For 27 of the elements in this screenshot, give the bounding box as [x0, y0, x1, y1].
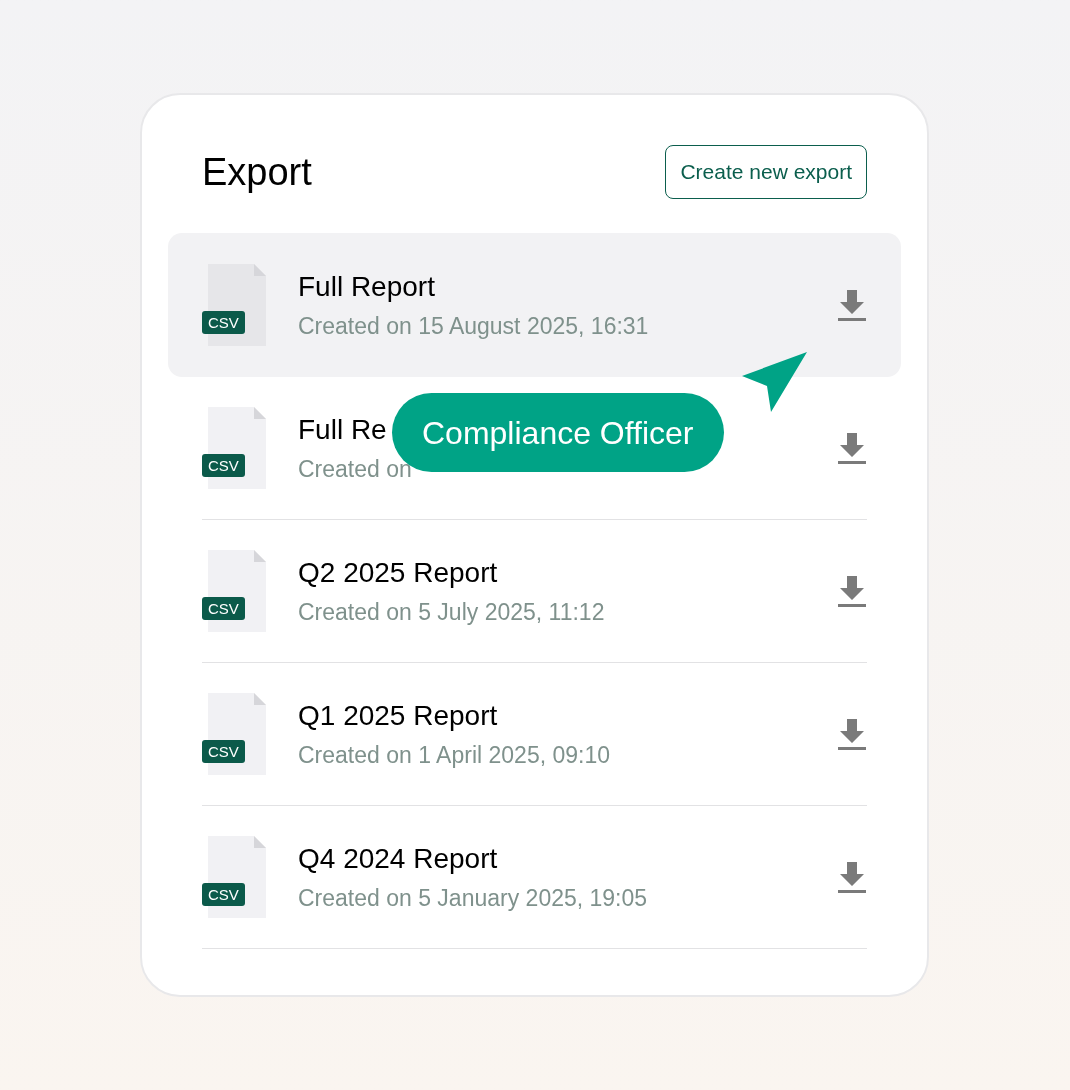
- export-date: Created on 1 April 2025, 09:10: [298, 741, 610, 770]
- export-name: Q2 2025 Report: [298, 556, 498, 591]
- export-date: Created on 5 July 2025, 11:12: [298, 598, 605, 627]
- file-type-label: CSV: [202, 311, 245, 334]
- download-icon[interactable]: [837, 288, 867, 322]
- cursor-arrow-icon: [741, 350, 809, 414]
- download-icon[interactable]: [837, 717, 867, 751]
- file-type-label: CSV: [202, 597, 245, 620]
- file-type-label: CSV: [202, 740, 245, 763]
- export-name: Full Re: [298, 413, 387, 448]
- export-name: Full Report: [298, 270, 435, 305]
- download-icon[interactable]: [837, 431, 867, 465]
- export-row[interactable]: CSV Q1 2025 Report Created on 1 April 2025, 09:10: [202, 663, 867, 806]
- export-row[interactable]: CSV Q4 2024 Report Created on 5 January 2025, 19:05: [202, 806, 867, 949]
- export-date: Created on: [298, 455, 412, 484]
- download-icon[interactable]: [837, 574, 867, 608]
- export-date: Created on 15 August 2025, 16:31: [298, 312, 649, 341]
- export-row[interactable]: CSV Q2 2025 Report Created on 5 July 2025, 11:12: [202, 520, 867, 663]
- export-row[interactable]: CSV Full Report Created on 15 August 2025, 16:31: [168, 233, 901, 377]
- export-date: Created on 5 January 2025, 19:05: [298, 884, 648, 913]
- file-type-label: CSV: [202, 883, 245, 906]
- create-export-button[interactable]: Create new export: [665, 145, 867, 199]
- file-type-label: CSV: [202, 454, 245, 477]
- export-name: Q4 2024 Report: [298, 842, 498, 877]
- panel-title: Export: [202, 153, 312, 191]
- export-name: Q1 2025 Report: [298, 699, 498, 734]
- download-icon[interactable]: [837, 860, 867, 894]
